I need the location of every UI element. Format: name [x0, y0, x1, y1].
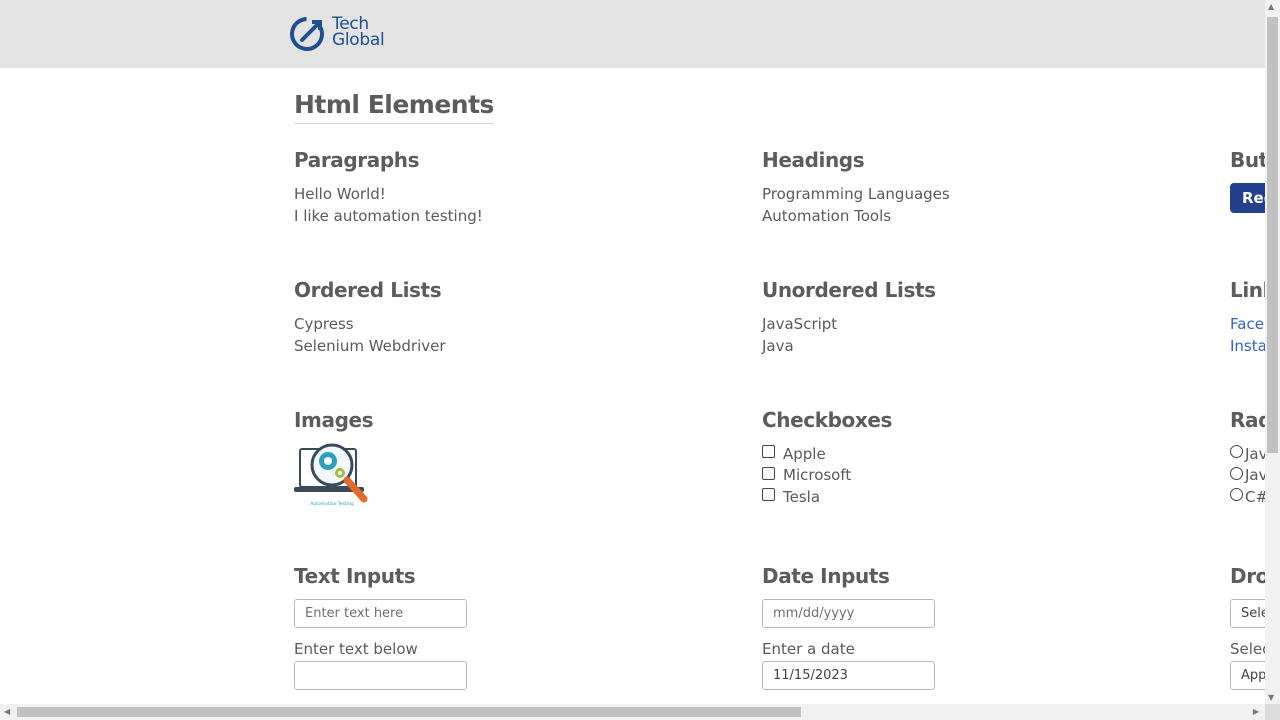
radio-csharp[interactable]: C#: [1230, 486, 1265, 508]
checkbox-tesla[interactable]: Tesla: [762, 486, 892, 508]
checkboxes-section: Checkboxes Apple Microsoft Tesla: [762, 408, 892, 508]
techglobal-logo[interactable]: Tech Global: [288, 14, 398, 54]
scroll-down-icon[interactable]: ▼: [1268, 693, 1274, 702]
text-inputs-section: Text Inputs Enter text here Enter text b…: [294, 564, 467, 690]
checkbox-box[interactable]: [762, 445, 775, 459]
radio-buttons-heading: Radio Buttons: [1230, 408, 1265, 432]
unordered-list-item-1: JavaScript: [762, 315, 838, 333]
scroll-left-icon[interactable]: ◀: [4, 707, 10, 716]
company-dropdown[interactable]: Select...: [1230, 599, 1265, 628]
checkbox-label: Tesla: [783, 487, 821, 506]
image-caption: Automation Testing: [310, 501, 354, 507]
links-section: Links Facebook Instagram: [1230, 278, 1265, 357]
paragraph-1: Hello World!: [294, 185, 386, 203]
scroll-right-icon[interactable]: ▶: [1253, 707, 1259, 716]
date-input-label: Enter a date: [762, 640, 855, 658]
horizontal-scroll-thumb[interactable]: [17, 707, 801, 717]
checkbox-microsoft[interactable]: Microsoft: [762, 465, 892, 487]
dropdowns-section: Dropdowns Select... Select a company App…: [1230, 564, 1265, 690]
page-title: Html Elements: [294, 90, 494, 124]
right-column: Buttons Register Links Facebook Instagra…: [1228, 68, 1265, 704]
scroll-up-icon[interactable]: ▲: [1268, 2, 1274, 11]
links-heading: Links: [1230, 278, 1265, 302]
text-input[interactable]: Enter text here: [294, 599, 467, 628]
text-input-2[interactable]: [294, 661, 467, 690]
images-section: Images Automation Testing: [294, 408, 374, 509]
checkbox-apple[interactable]: Apple: [762, 443, 892, 465]
checkboxes-heading: Checkboxes: [762, 408, 893, 432]
date-input[interactable]: mm/dd/yyyy: [762, 599, 935, 628]
checkbox-label: Microsoft: [783, 466, 852, 485]
radio-label: C#: [1245, 487, 1265, 506]
vertical-scroll-thumb[interactable]: [1267, 17, 1278, 453]
techglobal-logo-icon: [290, 17, 324, 51]
date-inputs-heading: Date Inputs: [762, 564, 890, 588]
text-inputs-heading: Text Inputs: [294, 564, 416, 588]
ordered-list-item-2: Selenium Webdriver: [294, 337, 446, 355]
headings-section: Headings Programming Languages Automatio…: [762, 148, 950, 227]
unordered-list-item-2: Java: [762, 337, 794, 355]
radio-javascript[interactable]: JavaScript: [1230, 465, 1265, 487]
radio-label: Java: [1245, 444, 1265, 463]
horizontal-scrollbar[interactable]: ◀ ▶: [0, 704, 1265, 720]
register-button[interactable]: Register: [1230, 183, 1265, 213]
heading-item-1: Programming Languages: [762, 185, 950, 203]
radio-buttons-section: Radio Buttons Java JavaScript C#: [1230, 408, 1265, 508]
radio-circle[interactable]: [1230, 488, 1243, 502]
radio-java[interactable]: Java: [1230, 443, 1265, 465]
paragraphs-heading: Paragraphs: [294, 148, 420, 172]
facebook-link[interactable]: Facebook: [1230, 313, 1265, 335]
dropdown-label: Select a company: [1230, 640, 1265, 658]
paragraph-2: I like automation testing!: [294, 207, 483, 225]
checkbox-label: Apple: [783, 444, 826, 463]
instagram-link[interactable]: Instagram: [1230, 335, 1265, 357]
unordered-lists-section: Unordered Lists JavaScript Java: [762, 278, 936, 357]
logo-wordmark: Tech Global: [332, 16, 385, 50]
ordered-lists-heading: Ordered Lists: [294, 278, 442, 302]
headings-heading: Headings: [762, 148, 865, 172]
ordered-lists-section: Ordered Lists Cypress Selenium Webdriver: [294, 278, 446, 357]
vertical-scrollbar[interactable]: ▲ ▼: [1265, 0, 1280, 704]
site-header: Tech Global: [0, 0, 1265, 68]
ordered-list-item-1: Cypress: [294, 315, 354, 333]
checkbox-box[interactable]: [762, 488, 775, 502]
heading-item-2: Automation Tools: [762, 207, 892, 225]
buttons-heading: Buttons: [1230, 148, 1265, 172]
buttons-section: Buttons Register: [1230, 148, 1265, 213]
date-input-2[interactable]: 11/15/2023: [762, 661, 935, 690]
date-inputs-section: Date Inputs mm/dd/yyyy Enter a date 11/1…: [762, 564, 935, 690]
radio-circle[interactable]: [1230, 466, 1243, 480]
text-input-label: Enter text below: [294, 640, 418, 658]
scrollbar-corner: [1265, 704, 1280, 720]
radio-label: JavaScript: [1245, 466, 1265, 485]
checkbox-box[interactable]: [762, 466, 775, 480]
company-dropdown-2[interactable]: Apple: [1230, 661, 1265, 690]
radio-circle[interactable]: [1230, 445, 1243, 459]
paragraphs-section: Paragraphs Hello World! I like automatio…: [294, 148, 483, 227]
automation-testing-image: Automation Testing: [294, 443, 368, 507]
unordered-lists-heading: Unordered Lists: [762, 278, 936, 302]
logo-line-2: Global: [332, 30, 385, 50]
images-heading: Images: [294, 408, 374, 432]
dropdowns-heading: Dropdowns: [1230, 564, 1265, 588]
